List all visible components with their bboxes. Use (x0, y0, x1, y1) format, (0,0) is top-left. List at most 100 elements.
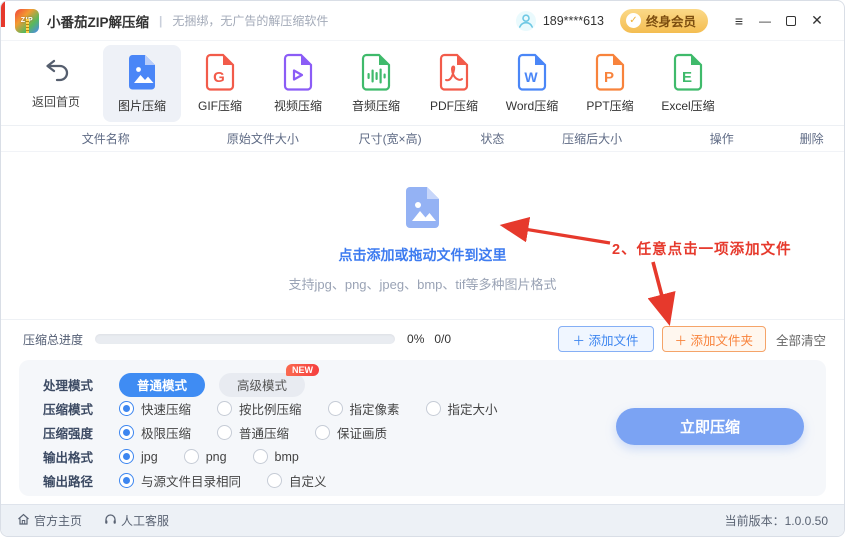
tab-label: 视频压缩 (274, 97, 322, 114)
official-home-link[interactable]: 官方主页 (17, 512, 82, 529)
add-file-button[interactable]: ＋ 添加文件 (558, 326, 654, 352)
tab-excel-compress[interactable]: E Excel压缩 (649, 45, 727, 122)
radio-icon (267, 473, 282, 488)
compress-mode-label: 压缩模式 (43, 399, 105, 418)
menu-icon[interactable]: ≡ (726, 13, 752, 29)
settings-panel: 处理模式 普通模式 高级模式 NEW 压缩模式 快速压缩 按比例压缩 指定像素 … (19, 360, 826, 496)
clear-all-link[interactable]: 全部清空 (776, 330, 826, 349)
radio-custom-directory[interactable]: 自定义 (267, 471, 327, 490)
add-image-icon (400, 184, 446, 233)
new-badge: NEW (286, 364, 319, 376)
radio-format-bmp[interactable]: bmp (253, 449, 299, 464)
ppt-file-icon: P (592, 53, 628, 91)
tab-label: PDF压缩 (430, 97, 478, 114)
radio-icon (253, 449, 268, 464)
column-original-size: 原始文件大小 (211, 130, 316, 147)
radio-extreme-compress[interactable]: 极限压缩 (119, 423, 191, 442)
column-status: 状态 (465, 130, 520, 147)
radio-icon (217, 401, 232, 416)
column-file-name: 文件名称 (1, 130, 211, 147)
user-avatar-icon[interactable] (515, 10, 537, 32)
progress-count: 0/0 (434, 332, 451, 346)
output-format-label: 输出格式 (43, 447, 105, 466)
radio-icon (119, 449, 134, 464)
app-subtitle: 无捆绑，无广告的解压缩软件 (172, 12, 328, 29)
radio-specify-size[interactable]: 指定大小 (426, 399, 498, 418)
row-output-path: 输出路径 与源文件目录相同 自定义 (43, 469, 826, 492)
maximize-icon[interactable] (778, 13, 804, 29)
dropzone-subtitle: 支持jpg、png、jpeg、bmp、tif等多种图片格式 (288, 274, 556, 293)
title-right: 189****613 ✓ 终身会员 ≡ — ✕ (515, 9, 830, 33)
radio-icon (217, 425, 232, 440)
back-home-button[interactable]: 返回首页 (21, 49, 91, 118)
mode-advanced-pill[interactable]: 高级模式 NEW (219, 373, 305, 397)
radio-icon (426, 401, 441, 416)
radio-format-jpg[interactable]: jpg (119, 449, 158, 464)
mode-advanced-label: 高级模式 (237, 375, 287, 394)
back-home-label: 返回首页 (32, 93, 80, 110)
column-dimensions: 尺寸(宽×高) (315, 130, 465, 147)
toolbar: 返回首页 图片压缩 G GIF压缩 视频压缩 音频压缩 (1, 41, 844, 126)
radio-normal-compress[interactable]: 普通压缩 (217, 423, 289, 442)
add-folder-button[interactable]: ＋ 添加文件夹 (662, 326, 766, 352)
account-number[interactable]: 189****613 (543, 14, 604, 28)
image-file-icon (124, 53, 160, 91)
tab-ppt-compress[interactable]: P PPT压缩 (571, 45, 649, 122)
audio-file-icon (358, 53, 394, 91)
mode-normal-pill[interactable]: 普通模式 (119, 373, 205, 397)
svg-text:G: G (213, 69, 225, 86)
title-left: ZIP 小番茄ZIP解压缩 | 无捆绑，无广告的解压缩软件 (15, 9, 328, 33)
tab-video-compress[interactable]: 视频压缩 (259, 45, 337, 122)
screen-edge-artifact (1, 1, 5, 27)
radio-keep-quality[interactable]: 保证画质 (315, 423, 387, 442)
video-file-icon (280, 53, 316, 91)
minimize-icon[interactable]: — (752, 14, 778, 28)
dropzone[interactable]: 点击添加或拖动文件到这里 支持jpg、png、jpeg、bmp、tif等多种图片… (1, 152, 844, 320)
title-bar: ZIP 小番茄ZIP解压缩 | 无捆绑，无广告的解压缩软件 189****613… (1, 1, 844, 41)
radio-same-directory[interactable]: 与源文件目录相同 (119, 471, 241, 490)
svg-text:W: W (524, 69, 538, 85)
headset-icon (104, 513, 117, 529)
radio-icon (315, 425, 330, 440)
tab-gif-compress[interactable]: G GIF压缩 (181, 45, 259, 122)
radio-format-png[interactable]: png (184, 449, 227, 464)
settings-area: 处理模式 普通模式 高级模式 NEW 压缩模式 快速压缩 按比例压缩 指定像素 … (1, 358, 844, 504)
close-icon[interactable]: ✕ (804, 12, 830, 29)
tab-label: PPT压缩 (586, 97, 633, 114)
radio-fast-compress[interactable]: 快速压缩 (119, 399, 191, 418)
app-window: ZIP 小番茄ZIP解压缩 | 无捆绑，无广告的解压缩软件 189****613… (0, 0, 845, 537)
compress-now-button[interactable]: 立即压缩 (616, 408, 804, 445)
excel-file-icon: E (670, 53, 706, 91)
app-logo-icon: ZIP (15, 9, 39, 33)
process-mode-label: 处理模式 (43, 375, 105, 394)
home-icon (17, 513, 30, 529)
tab-pdf-compress[interactable]: PDF压缩 (415, 45, 493, 122)
column-delete: 删除 (779, 130, 844, 147)
tab-label: Word压缩 (506, 97, 558, 114)
radio-ratio-compress[interactable]: 按比例压缩 (217, 399, 302, 418)
tab-audio-compress[interactable]: 音频压缩 (337, 45, 415, 122)
word-file-icon: W (514, 53, 550, 91)
output-path-label: 输出路径 (43, 471, 105, 490)
title-separator: | (159, 14, 162, 28)
version-text: 当前版本：1.0.0.50 (725, 512, 828, 529)
tab-label: 音频压缩 (352, 97, 400, 114)
radio-specify-pixels[interactable]: 指定像素 (328, 399, 400, 418)
radio-icon (119, 473, 134, 488)
support-label: 人工客服 (121, 512, 169, 529)
member-badge[interactable]: ✓ 终身会员 (620, 9, 708, 33)
tab-image-compress[interactable]: 图片压缩 (103, 45, 181, 122)
official-home-label: 官方主页 (34, 512, 82, 529)
status-bar: 官方主页 人工客服 当前版本：1.0.0.50 (1, 504, 844, 536)
tab-label: 图片压缩 (118, 97, 166, 114)
tab-word-compress[interactable]: W Word压缩 (493, 45, 571, 122)
support-link[interactable]: 人工客服 (104, 512, 169, 529)
tab-label: Excel压缩 (661, 97, 714, 114)
back-arrow-icon (39, 57, 73, 87)
radio-icon (119, 401, 134, 416)
pdf-file-icon (436, 53, 472, 91)
file-table-header: 文件名称 原始文件大小 尺寸(宽×高) 状态 压缩后大小 操作 删除 (1, 126, 844, 152)
progress-percent: 0% (407, 332, 424, 346)
gif-file-icon: G (202, 53, 238, 91)
progress-bar (95, 334, 395, 344)
